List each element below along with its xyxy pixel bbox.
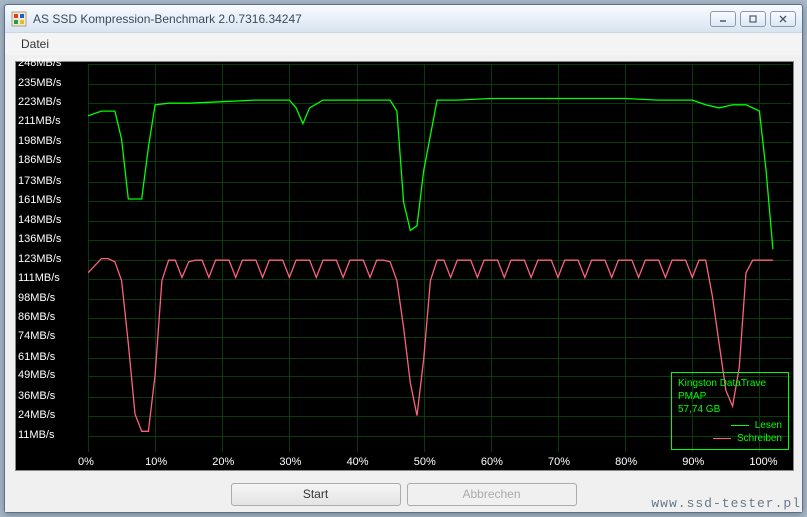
window-title: AS SSD Kompression-Benchmark 2.0.7316.34…: [33, 12, 710, 26]
legend-write-line: [713, 438, 731, 439]
watermark: www.ssd-tester.pl: [651, 496, 801, 511]
x-tick-label: 90%: [682, 456, 704, 468]
y-tick-label: 198MB/s: [18, 135, 61, 147]
minimize-button[interactable]: [710, 11, 736, 27]
y-tick-label: 223MB/s: [18, 96, 61, 108]
y-tick-label: 36MB/s: [18, 390, 55, 402]
y-tick-label: 248MB/s: [18, 57, 61, 69]
titlebar[interactable]: AS SSD Kompression-Benchmark 2.0.7316.34…: [5, 5, 802, 33]
legend-device: Kingston DataTrave: [678, 377, 782, 390]
x-tick-label: 50%: [414, 456, 436, 468]
y-tick-label: 61MB/s: [18, 351, 55, 363]
legend-firmware: PMAP: [678, 390, 782, 403]
legend-write-label: Schreiben: [737, 432, 782, 445]
legend-read-line: [731, 425, 749, 426]
menu-datei[interactable]: Datei: [13, 35, 57, 53]
x-tick-label: 10%: [145, 456, 167, 468]
y-tick-label: 49MB/s: [18, 369, 55, 381]
y-tick-label: 161MB/s: [18, 194, 61, 206]
legend-box: Kingston DataTrave PMAP 57,74 GB Lesen S…: [671, 372, 789, 450]
y-tick-label: 235MB/s: [18, 77, 61, 89]
y-tick-label: 74MB/s: [18, 330, 55, 342]
x-tick-label: 100%: [749, 456, 777, 468]
y-tick-label: 148MB/s: [18, 214, 61, 226]
x-tick-label: 30%: [279, 456, 301, 468]
y-tick-label: 211MB/s: [18, 115, 61, 127]
x-tick-label: 70%: [548, 456, 570, 468]
x-tick-label: 40%: [347, 456, 369, 468]
y-tick-label: 98MB/s: [18, 292, 55, 304]
series-lesen: [88, 99, 773, 250]
y-tick-label: 123MB/s: [18, 253, 61, 265]
x-tick-label: 0%: [78, 456, 94, 468]
legend-write-row: Schreiben: [678, 432, 782, 445]
start-button[interactable]: Start: [231, 483, 401, 506]
maximize-button[interactable]: [740, 11, 766, 27]
y-tick-label: 186MB/s: [18, 154, 61, 166]
y-tick-label: 111MB/s: [18, 272, 60, 284]
x-tick-label: 20%: [212, 456, 234, 468]
legend-capacity: 57,74 GB: [678, 403, 782, 416]
y-tick-label: 136MB/s: [18, 233, 61, 245]
abort-button: Abbrechen: [407, 483, 577, 506]
x-tick-label: 80%: [615, 456, 637, 468]
chart-area: 248MB/s235MB/s223MB/s211MB/s198MB/s186MB…: [15, 61, 794, 471]
legend-read-label: Lesen: [755, 419, 782, 432]
app-window: AS SSD Kompression-Benchmark 2.0.7316.34…: [4, 4, 803, 513]
y-tick-label: 86MB/s: [18, 311, 55, 323]
close-button[interactable]: [770, 11, 796, 27]
legend-read-row: Lesen: [678, 419, 782, 432]
x-tick-label: 60%: [481, 456, 503, 468]
app-icon: [11, 11, 27, 27]
y-tick-label: 11MB/s: [18, 429, 54, 441]
y-tick-label: 173MB/s: [18, 175, 61, 187]
window-buttons: [710, 11, 796, 27]
y-tick-label: 24MB/s: [18, 409, 55, 421]
menubar: Datei: [5, 33, 802, 55]
